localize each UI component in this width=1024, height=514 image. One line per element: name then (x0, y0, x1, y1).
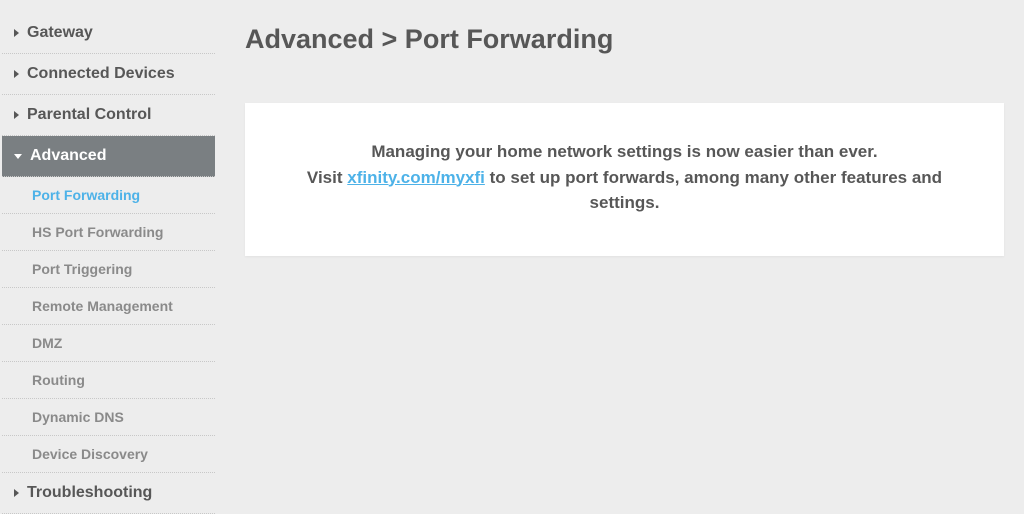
sidebar-item-label: Troubleshooting (27, 484, 152, 502)
sidebar-subitem-label: Dynamic DNS (32, 409, 124, 425)
sidebar-subitem-dynamic-dns[interactable]: Dynamic DNS (2, 399, 215, 436)
chevron-right-icon (14, 29, 19, 37)
sidebar-item-label: Connected Devices (27, 65, 175, 83)
sidebar-subitem-hs-port-forwarding[interactable]: HS Port Forwarding (2, 214, 215, 251)
sidebar-subitem-routing[interactable]: Routing (2, 362, 215, 399)
info-line2-prefix: Visit (307, 168, 347, 187)
sidebar-item-parental-control[interactable]: Parental Control (2, 95, 215, 136)
chevron-right-icon (14, 489, 19, 497)
info-line2-suffix: to set up port forwards, among many othe… (485, 168, 942, 213)
xfinity-link[interactable]: xfinity.com/myxfi (347, 168, 485, 187)
info-box: Managing your home network settings is n… (245, 103, 1004, 256)
sidebar-subitem-dmz[interactable]: DMZ (2, 325, 215, 362)
sidebar-item-connected-devices[interactable]: Connected Devices (2, 54, 215, 95)
sidebar-subitem-label: HS Port Forwarding (32, 224, 163, 240)
page-title: Advanced > Port Forwarding (245, 24, 1004, 55)
sidebar-subitem-label: Device Discovery (32, 446, 148, 462)
sidebar-subitem-port-forwarding[interactable]: Port Forwarding (2, 177, 215, 214)
sidebar-item-gateway[interactable]: Gateway (2, 13, 215, 54)
sidebar-subitem-label: Routing (32, 372, 85, 388)
sidebar-subitem-port-triggering[interactable]: Port Triggering (2, 251, 215, 288)
sidebar: Gateway Connected Devices Parental Contr… (0, 0, 215, 513)
sidebar-item-label: Advanced (30, 147, 106, 165)
sidebar-subitem-label: DMZ (32, 335, 62, 351)
sidebar-item-label: Parental Control (27, 106, 151, 124)
chevron-right-icon (14, 70, 19, 78)
chevron-down-icon (14, 154, 22, 159)
sidebar-subitem-label: Port Forwarding (32, 187, 140, 203)
sidebar-subitem-label: Port Triggering (32, 261, 132, 277)
sidebar-item-advanced[interactable]: Advanced (2, 136, 215, 177)
main-content: Advanced > Port Forwarding Managing your… (215, 0, 1024, 513)
sidebar-subitem-device-discovery[interactable]: Device Discovery (2, 436, 215, 473)
sidebar-subitem-label: Remote Management (32, 298, 173, 314)
info-line1: Managing your home network settings is n… (371, 142, 877, 161)
sidebar-item-troubleshooting[interactable]: Troubleshooting (2, 473, 215, 514)
sidebar-subitem-remote-management[interactable]: Remote Management (2, 288, 215, 325)
info-text: Managing your home network settings is n… (275, 139, 974, 216)
sidebar-item-label: Gateway (27, 24, 93, 42)
chevron-right-icon (14, 111, 19, 119)
